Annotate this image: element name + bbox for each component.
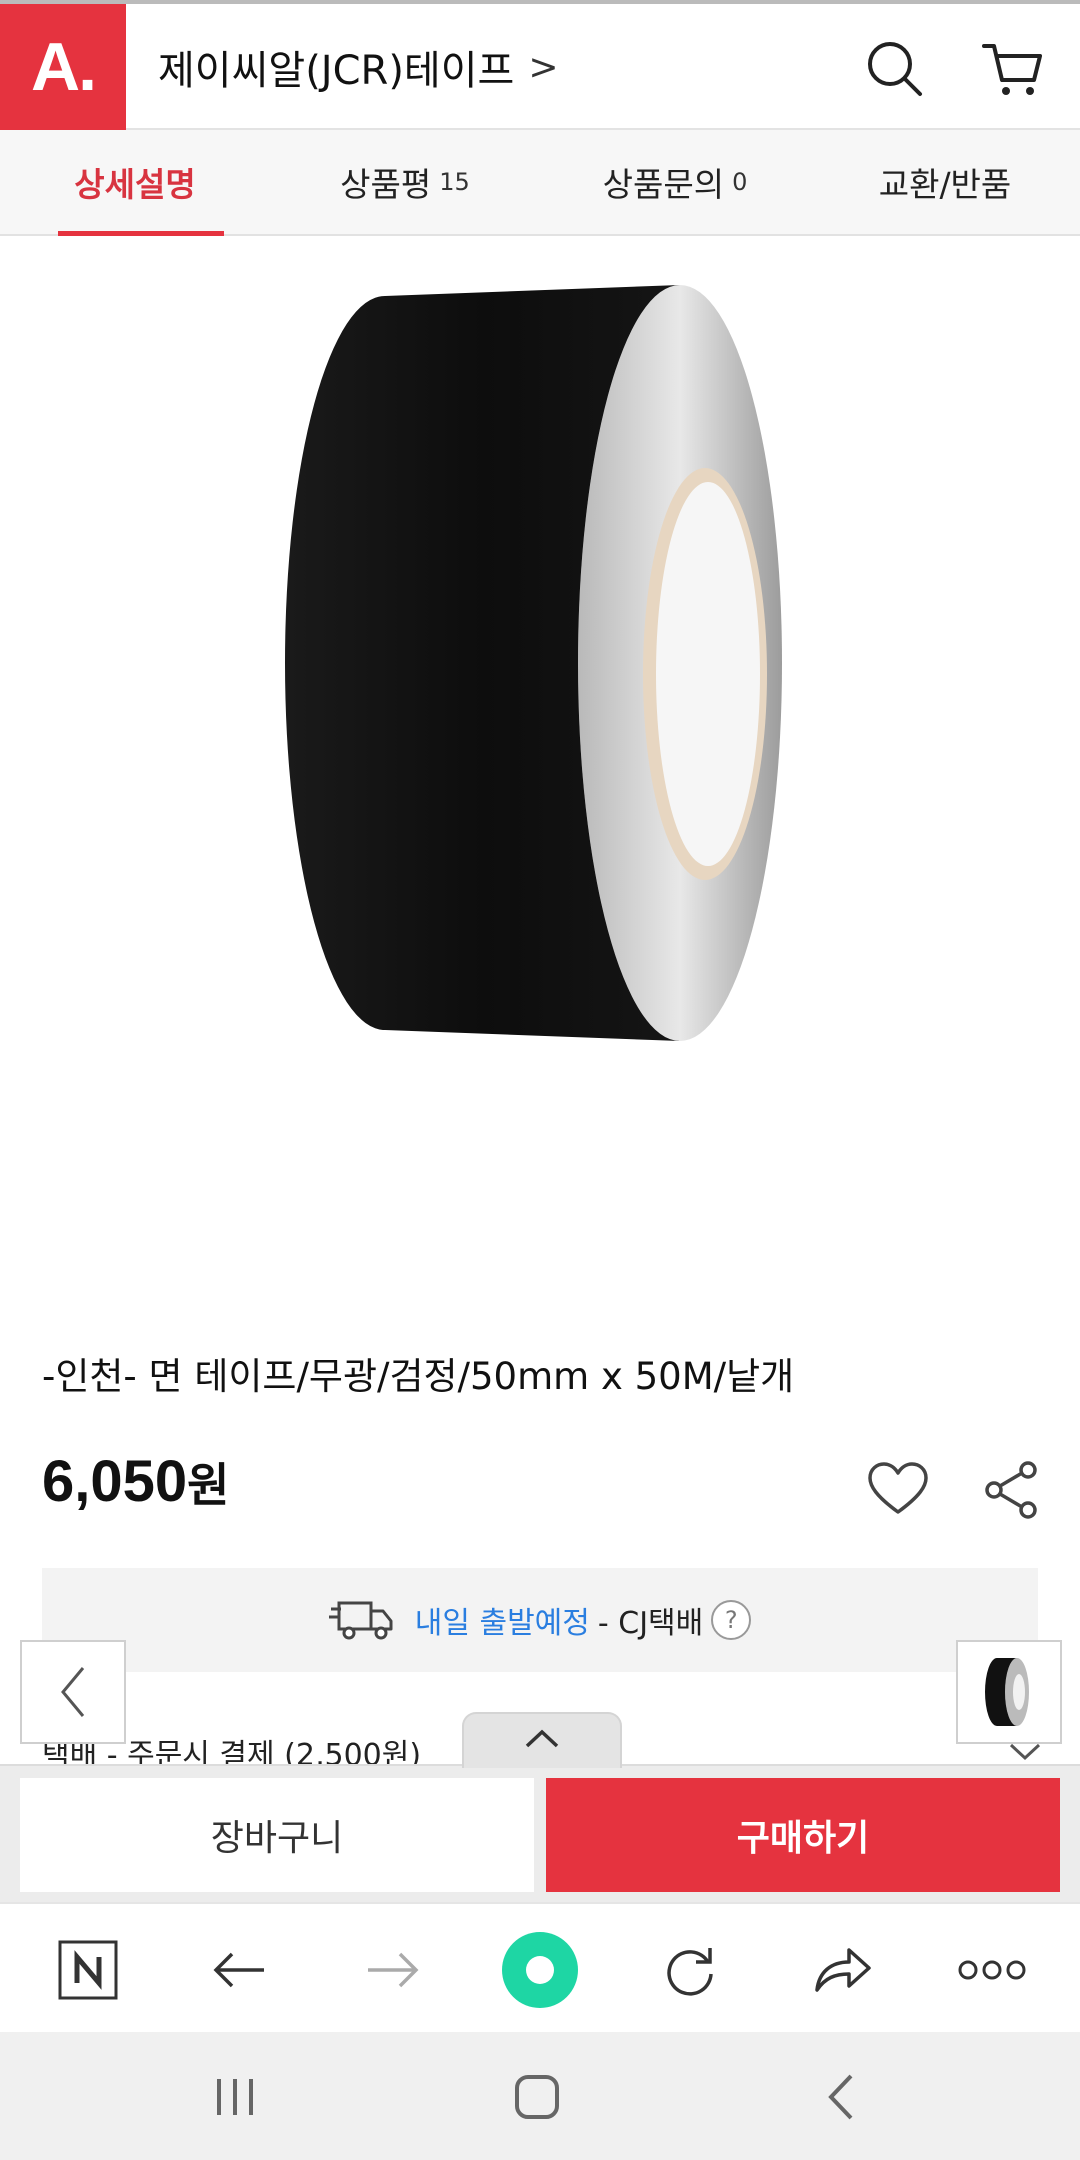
- forward-arrow-icon[interactable]: [354, 1932, 430, 2008]
- product-tabs: 상세설명 상품평 15 상품문의 0 교환/반품: [0, 130, 1080, 236]
- tab-label: 상품문의: [602, 165, 725, 204]
- help-icon[interactable]: ?: [711, 1600, 752, 1640]
- truck-icon: [328, 1599, 393, 1641]
- delivery-info: 내일 출발예정 - CJ택배 ?: [42, 1568, 1038, 1672]
- tab-exchange-return[interactable]: 교환/반품: [810, 130, 1080, 234]
- recent-apps-icon[interactable]: [200, 2062, 270, 2132]
- tab-detail[interactable]: 상세설명: [0, 130, 270, 236]
- tab-count: 0: [732, 168, 748, 196]
- add-to-cart-button[interactable]: 장바구니: [20, 1778, 534, 1892]
- search-icon[interactable]: [860, 34, 930, 104]
- expand-options-button[interactable]: [462, 1712, 622, 1768]
- tab-label: 상품평: [340, 165, 432, 204]
- whale-browser-icon[interactable]: [502, 1932, 578, 2008]
- logo-text: A.: [31, 29, 97, 105]
- prev-product-button[interactable]: [20, 1640, 126, 1744]
- system-back-icon[interactable]: [806, 2062, 876, 2132]
- naver-home-icon[interactable]: [50, 1932, 126, 2008]
- delivery-schedule: 내일 출발예정: [414, 1606, 590, 1641]
- product-price: 6,050원: [42, 1448, 229, 1515]
- product-thumbnail-button[interactable]: [956, 1640, 1062, 1744]
- chevron-right-icon: >: [528, 46, 559, 88]
- tab-label: 상세설명: [74, 165, 196, 204]
- cart-icon[interactable]: [978, 34, 1048, 104]
- price-number: 6,050: [42, 1449, 188, 1514]
- back-arrow-icon[interactable]: [202, 1932, 278, 2008]
- tab-label: 교환/반품: [878, 165, 1012, 204]
- seller-link[interactable]: 제이씨알(JCR)테이프 >: [158, 38, 559, 96]
- share-icon[interactable]: [980, 1458, 1044, 1522]
- price-unit: 원: [187, 1459, 230, 1511]
- brand-logo[interactable]: A.: [0, 4, 126, 130]
- chevron-up-icon: [524, 1728, 560, 1754]
- product-title: -인천- 면 테이프/무광/검정/50mm x 50M/낱개: [42, 1355, 795, 1398]
- app-header: A. 제이씨알(JCR)테이프 >: [0, 0, 1080, 130]
- more-icon[interactable]: [954, 1932, 1030, 2008]
- tab-reviews[interactable]: 상품평 15: [270, 130, 540, 234]
- seller-name: 제이씨알(JCR)테이프: [158, 48, 515, 94]
- delivery-carrier: - CJ택배: [597, 1606, 704, 1641]
- system-navigation-bar: [0, 2032, 1080, 2160]
- tab-qna[interactable]: 상품문의 0: [540, 130, 810, 234]
- product-image[interactable]: [0, 238, 1080, 1308]
- heart-icon[interactable]: [866, 1458, 930, 1522]
- browser-toolbar: [0, 1902, 1080, 2032]
- tab-count: 15: [439, 168, 470, 196]
- home-icon[interactable]: [502, 2062, 572, 2132]
- refresh-icon[interactable]: [652, 1932, 728, 2008]
- buy-now-button[interactable]: 구매하기: [546, 1778, 1060, 1892]
- share-arrow-icon[interactable]: [804, 1932, 880, 2008]
